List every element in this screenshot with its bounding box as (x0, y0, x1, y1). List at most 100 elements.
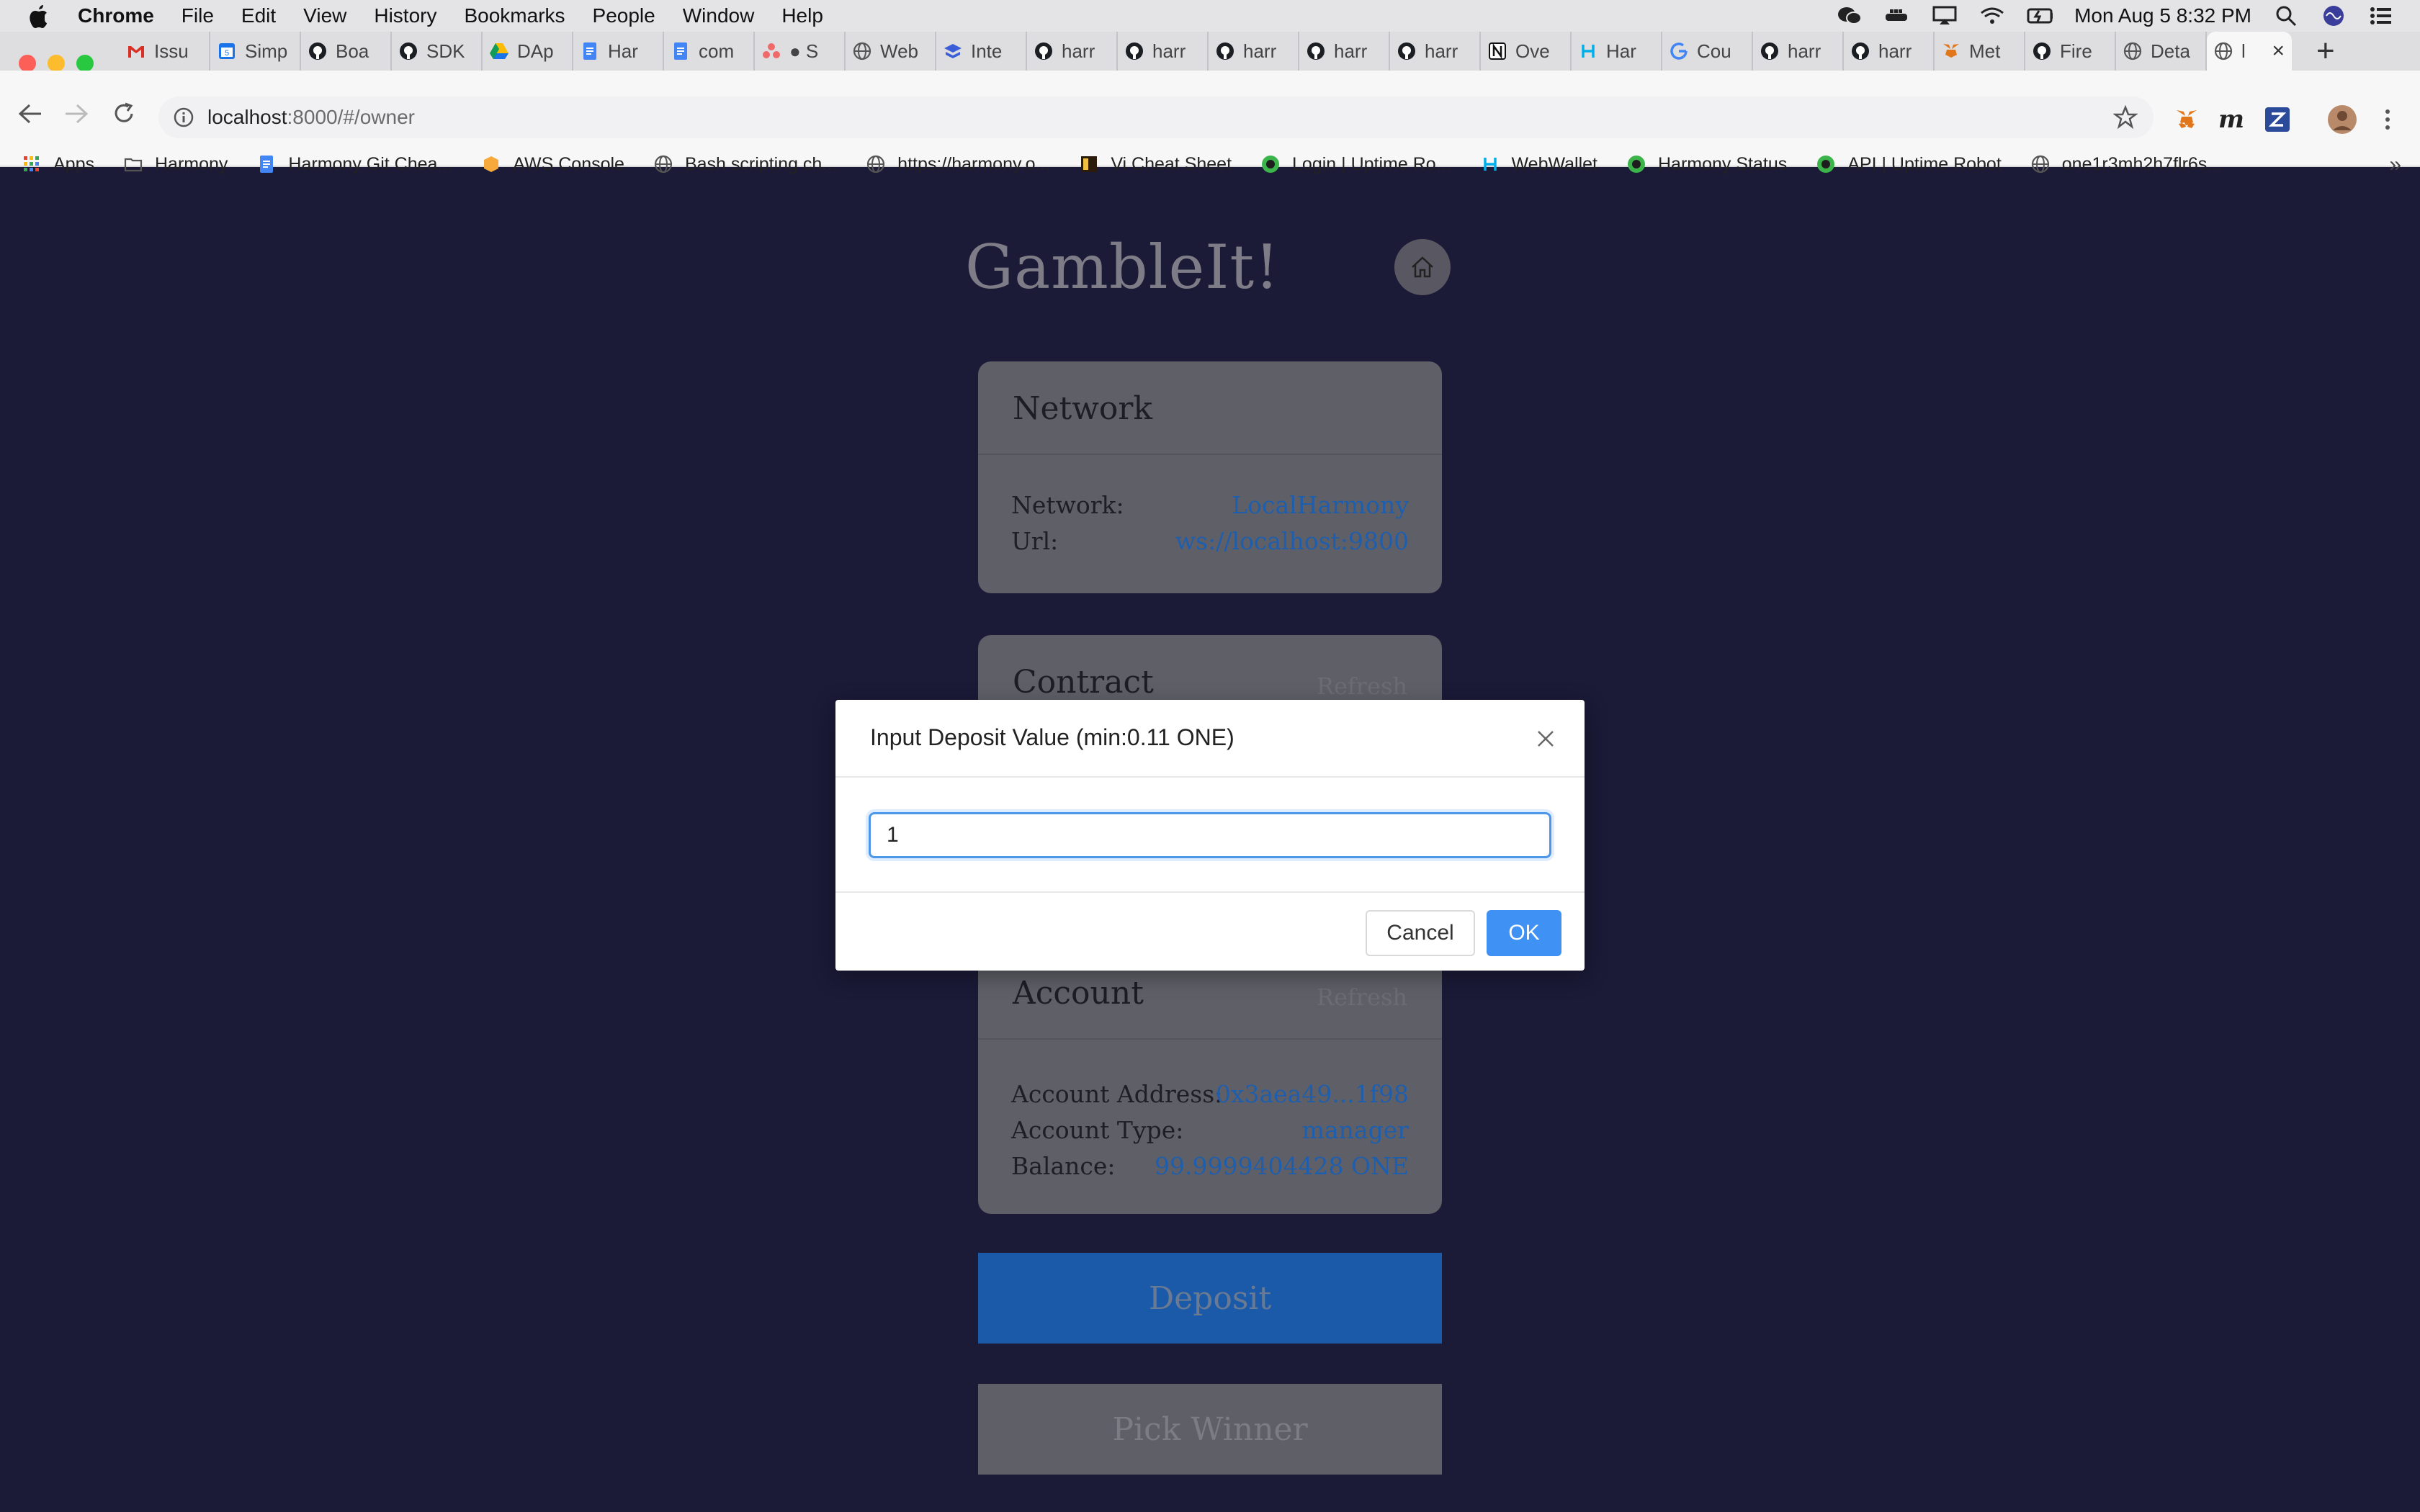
tab-label: Deta (2151, 40, 2190, 62)
bookmark-item[interactable]: Harmony Status (1626, 154, 1787, 175)
battery-icon[interactable] (2027, 5, 2053, 27)
wechat-icon[interactable] (1837, 5, 1863, 27)
menu-window[interactable]: Window (683, 4, 755, 27)
menu-people[interactable]: People (593, 4, 655, 27)
bookmark-item[interactable]: one1r3mh2h7flr6s... (2030, 154, 2222, 175)
browser-tab[interactable]: Boa (301, 32, 392, 71)
browser-tab[interactable]: Ove (1481, 32, 1572, 71)
tab-close-icon[interactable]: × (2272, 39, 2285, 63)
browser-tab[interactable]: harr (1299, 32, 1390, 71)
browser-menu-icon[interactable] (2377, 105, 2398, 134)
m-extension-icon[interactable]: m (2217, 105, 2246, 134)
ok-button[interactable]: OK (1487, 910, 1561, 956)
browser-tab[interactable]: 5 Simp (210, 32, 301, 71)
menu-edit[interactable]: Edit (241, 4, 276, 27)
site-info-icon[interactable] (173, 107, 194, 128)
asana-icon (761, 40, 782, 62)
globe-icon (2030, 154, 2051, 174)
browser-tab[interactable]: Web (846, 32, 936, 71)
bookmark-item[interactable]: https://harmony.o... (866, 154, 1050, 175)
docker-icon[interactable] (1884, 5, 1910, 27)
browser-tab[interactable]: Deta (2116, 32, 2207, 71)
menu-bookmarks[interactable]: Bookmarks (464, 4, 565, 27)
browser-tab[interactable]: Cou (1662, 32, 1753, 71)
bookmark-label: AWS Console (513, 153, 624, 174)
menubar-clock[interactable]: Mon Aug 5 8:32 PM (2074, 4, 2251, 27)
bookmark-item[interactable]: Apps (22, 154, 94, 175)
tab-label: Har (1606, 40, 1636, 62)
browser-tab[interactable]: Inte (936, 32, 1027, 71)
menu-help[interactable]: Help (781, 4, 823, 27)
address-bar[interactable]: localhost:8000/#/owner (158, 96, 2154, 138)
siri-icon[interactable] (2321, 5, 2347, 27)
bookmark-item[interactable]: API | Uptime Robot (1816, 154, 2002, 175)
bookmarks-more-button[interactable]: » (2389, 153, 2401, 177)
modal-footer: Cancel OK (835, 893, 1585, 971)
browser-tab[interactable]: harr (1027, 32, 1118, 71)
browser-tab[interactable]: Har (573, 32, 664, 71)
menu-history[interactable]: History (374, 4, 436, 27)
github-icon (1850, 40, 1871, 62)
metamask-extension-icon[interactable] (2172, 105, 2201, 134)
tab-label: harr (1334, 40, 1368, 62)
bookmark-label: Harmony Git Chea... (288, 153, 453, 174)
tab-label: Issu (154, 40, 189, 62)
close-icon[interactable] (1533, 726, 1559, 752)
menu-view[interactable]: View (303, 4, 346, 27)
bookmark-label: Login | Uptime Ro... (1292, 153, 1451, 174)
browser-tab[interactable]: SDK (392, 32, 483, 71)
tab-label: harr (1878, 40, 1912, 62)
github-icon (398, 40, 419, 62)
reload-button[interactable] (109, 99, 138, 128)
deposit-value-input[interactable] (869, 812, 1551, 858)
bookmark-item[interactable]: AWS Console (481, 154, 624, 175)
modal-header: Input Deposit Value (min:0.11 ONE) (835, 700, 1585, 778)
modal-overlay[interactable]: Input Deposit Value (min:0.11 ONE) Cance… (0, 193, 2420, 1512)
browser-tab[interactable]: ● S (755, 32, 846, 71)
docs-icon (256, 154, 277, 174)
window-close-button[interactable] (19, 55, 36, 72)
bookmark-item[interactable]: Harmony Git Chea... (256, 154, 452, 175)
bookmarks-bar: Apps Harmony Harmony Git Chea... AWS Consol… (0, 143, 2420, 186)
spotlight-search-icon[interactable] (2273, 5, 2299, 27)
browser-tab[interactable]: harr (1844, 32, 1935, 71)
tab-label: Ove (1515, 40, 1550, 62)
menu-file[interactable]: File (182, 4, 214, 27)
apple-icon[interactable] (27, 4, 56, 28)
cancel-button[interactable]: Cancel (1366, 910, 1475, 956)
browser-tab[interactable]: harr (1118, 32, 1209, 71)
profile-avatar[interactable] (2326, 105, 2358, 134)
airplay-icon[interactable] (1932, 5, 1958, 27)
browser-tab-active[interactable]: l × (2207, 32, 2292, 71)
forward-button[interactable] (62, 99, 91, 128)
browser-tab[interactable]: Fire (2025, 32, 2116, 71)
browser-tab[interactable]: DAp (483, 32, 573, 71)
browser-tab[interactable]: harr (1390, 32, 1481, 71)
notification-center-icon[interactable] (2368, 5, 2394, 27)
menu-app-name[interactable]: Chrome (78, 4, 154, 27)
address-host: localhost (207, 106, 287, 128)
browser-tab[interactable]: harr (1209, 32, 1299, 71)
svg-text:5: 5 (225, 49, 229, 58)
tab-label: DAp (517, 40, 554, 62)
back-button[interactable] (16, 99, 45, 128)
window-minimize-button[interactable] (48, 55, 65, 72)
tab-label: harr (1243, 40, 1277, 62)
tab-label: harr (1062, 40, 1095, 62)
browser-tab[interactable]: Issu (120, 32, 210, 71)
window-zoom-button[interactable] (76, 55, 94, 72)
bookmark-item[interactable]: WebWallet (1480, 154, 1597, 175)
wifi-icon[interactable] (1979, 5, 2005, 27)
z-extension-icon[interactable] (2264, 105, 2290, 134)
bookmark-item[interactable]: Bash scripting ch... (653, 154, 837, 175)
bookmark-item[interactable]: Vi Cheat Sheet (1079, 154, 1232, 175)
browser-tab[interactable]: harr (1753, 32, 1844, 71)
modal-body (835, 778, 1585, 893)
bookmark-item[interactable]: Harmony (123, 154, 228, 175)
browser-tab[interactable]: Har (1572, 32, 1662, 71)
browser-tab[interactable]: com (664, 32, 755, 71)
new-tab-button[interactable]: + (2316, 32, 2335, 71)
browser-tab[interactable]: Met (1935, 32, 2025, 71)
bookmark-star-icon[interactable] (2113, 105, 2138, 130)
bookmark-item[interactable]: Login | Uptime Ro... (1260, 154, 1451, 175)
